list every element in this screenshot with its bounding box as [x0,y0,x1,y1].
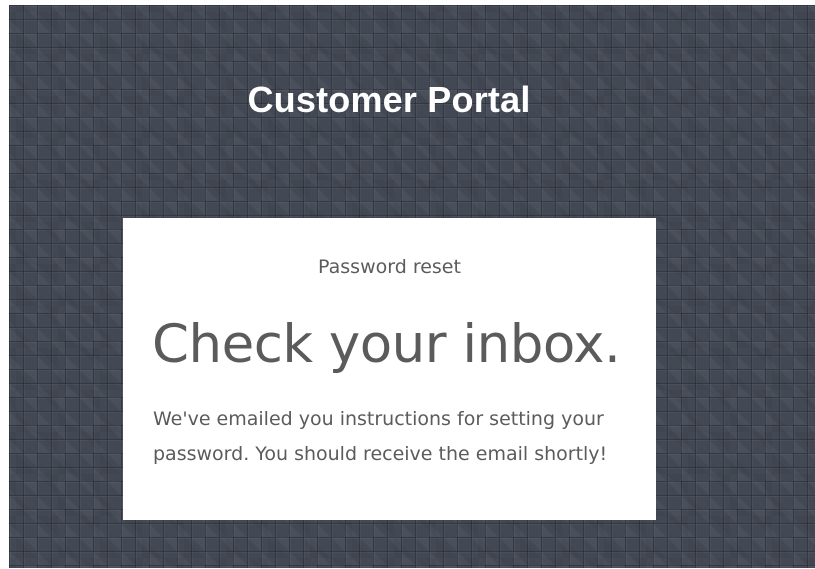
password-reset-card: Password reset Check your inbox. We've e… [123,218,656,520]
page-background: Customer Portal Password reset Check you… [9,5,815,568]
card-label: Password reset [318,256,461,278]
card-heading: Check your inbox. [152,314,621,375]
portal-title: Customer Portal [247,79,531,120]
card-message: We've emailed you instructions for setti… [153,408,608,465]
